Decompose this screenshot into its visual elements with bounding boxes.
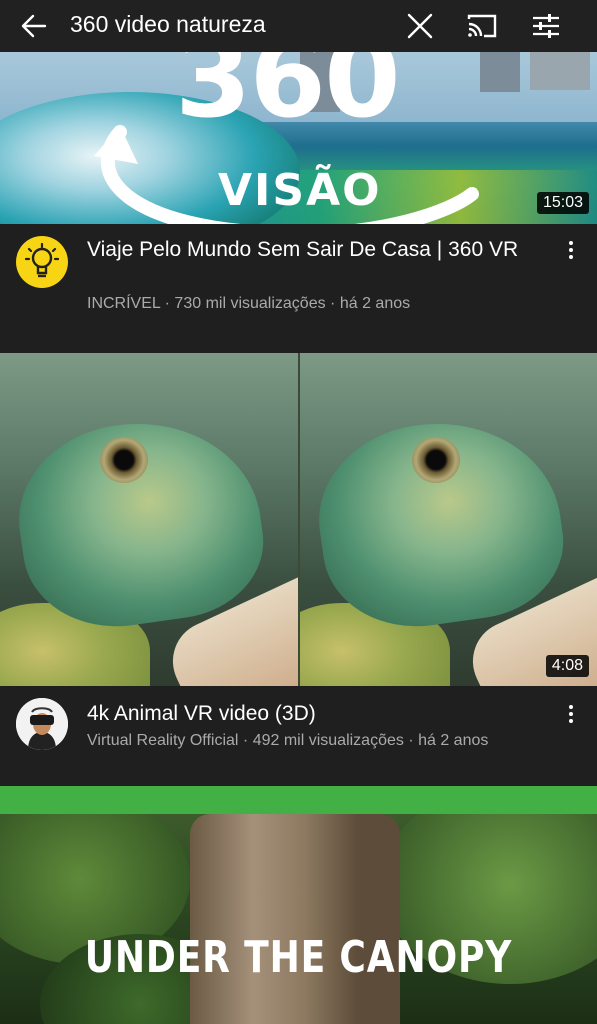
close-icon[interactable] xyxy=(400,6,440,46)
thumbnail-lizard-eye xyxy=(100,437,148,483)
thumbnail-title-text: UNDER THE CANOPY xyxy=(84,932,513,983)
video-thumbnail[interactable]: UNDER THE CANOPY xyxy=(0,814,597,1024)
video-title[interactable]: Viaje Pelo Mundo Sem Sair De Casa | 360 … xyxy=(87,236,537,264)
thumbnail-text-360: 360 xyxy=(175,52,401,142)
upload-age: há 2 anos xyxy=(418,732,489,749)
filter-sliders-icon[interactable] xyxy=(526,6,566,46)
view-count: 492 mil visualizações xyxy=(252,732,404,749)
thumbnail-left-eye xyxy=(0,353,298,687)
meta-separator: · xyxy=(160,295,175,312)
thumbnail-right-eye xyxy=(300,353,597,687)
thumbnail-lizard-eye xyxy=(412,437,460,483)
more-vert-icon[interactable] xyxy=(561,702,581,726)
video-title[interactable]: 4k Animal VR video (3D) xyxy=(87,700,537,728)
video-meta: Virtual Reality Official · 492 mil visua… xyxy=(87,730,488,752)
video-thumbnail[interactable]: 4:08 xyxy=(0,353,597,687)
duration-badge: 4:08 xyxy=(545,655,589,677)
more-vert-icon[interactable] xyxy=(561,238,581,262)
thumbnail-text-visao: VISÃO xyxy=(218,165,382,216)
thumbnail-building xyxy=(480,52,520,92)
channel-name[interactable]: Virtual Reality Official xyxy=(87,732,238,749)
meta-separator: · xyxy=(403,732,419,749)
search-toolbar: 360 video natureza xyxy=(0,0,597,52)
arrow-left-icon[interactable] xyxy=(14,6,54,46)
meta-separator: · xyxy=(238,732,253,749)
cast-icon[interactable] xyxy=(462,6,502,46)
video-thumbnail[interactable]: 360 VISÃO 15:03 xyxy=(0,52,597,224)
vr-headset-person-icon xyxy=(16,698,68,750)
search-query[interactable]: 360 video natureza xyxy=(70,9,266,39)
video-meta: INCRÍVEL · 730 mil visualizações · há 2 … xyxy=(87,293,410,315)
thumbnail-building xyxy=(530,52,590,90)
duration-badge: 15:03 xyxy=(536,192,589,214)
channel-avatar[interactable] xyxy=(16,236,68,288)
upload-age: há 2 anos xyxy=(339,295,411,312)
channel-avatar[interactable] xyxy=(16,698,68,750)
meta-separator: · xyxy=(325,295,340,312)
view-count: 730 mil visualizações xyxy=(174,295,326,312)
channel-banner-strip xyxy=(0,786,597,814)
thumbnail-tree-trunk xyxy=(190,814,400,1024)
channel-name[interactable]: INCRÍVEL xyxy=(87,295,160,312)
lightbulb-icon xyxy=(25,243,59,278)
